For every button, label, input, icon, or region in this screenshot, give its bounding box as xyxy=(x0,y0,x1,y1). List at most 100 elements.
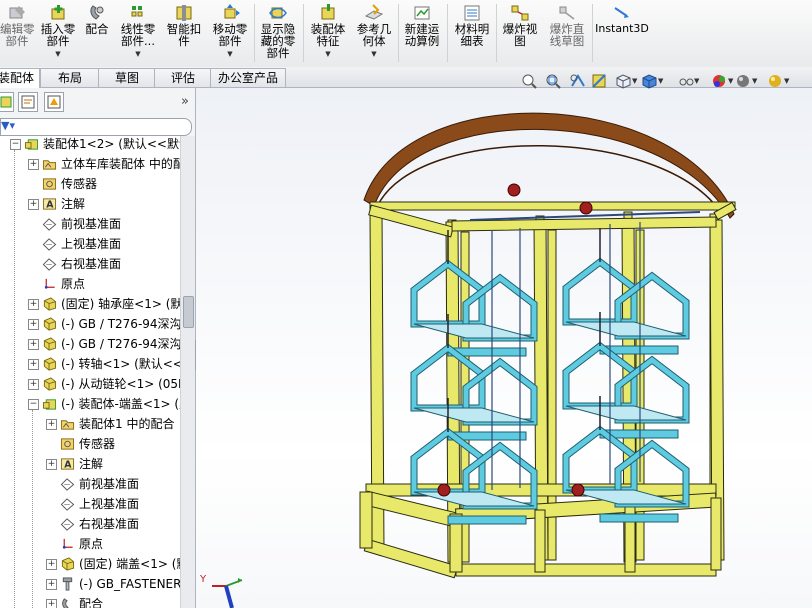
property-manager-tab[interactable] xyxy=(18,92,38,112)
bill-of-materials-button[interactable]: 材料明 细表 xyxy=(450,2,494,65)
expand-icon[interactable]: + xyxy=(28,339,39,350)
chevron-down-icon[interactable]: ▼ xyxy=(116,48,160,60)
filter-icon[interactable]: ▼▾ xyxy=(1,119,15,132)
expand-icon[interactable]: + xyxy=(28,359,39,370)
tree-row[interactable]: 前视基准面 xyxy=(0,474,180,494)
chevron-down-icon[interactable]: ▼ xyxy=(352,48,396,60)
chevron-down-icon[interactable]: ▼ xyxy=(752,77,758,85)
chevron-down-icon[interactable]: ▼ xyxy=(38,48,78,60)
tab-sketch[interactable]: 草图 xyxy=(98,68,156,87)
feature-manager-tab[interactable] xyxy=(0,92,14,112)
edit-appearance-icon[interactable] xyxy=(713,75,725,87)
reference-geometry-button[interactable]: 参考几 何体 ▼ xyxy=(352,2,396,65)
smart-fasteners-button[interactable]: 智能扣 件 xyxy=(164,2,204,65)
mate-folder-icon xyxy=(62,598,69,608)
chevron-down-icon[interactable]: ▼ xyxy=(306,48,350,60)
expand-icon[interactable]: + xyxy=(46,579,57,590)
zoom-area-icon[interactable] xyxy=(546,74,561,89)
move-component-label-2: 部件 xyxy=(218,34,242,48)
assembly-feature-button[interactable]: 装配体 特征 ▼ xyxy=(306,2,350,65)
mate-button[interactable]: 配合 xyxy=(82,2,112,65)
chevron-down-icon[interactable]: ▼ xyxy=(784,77,790,85)
sprocket xyxy=(571,483,585,497)
screw-icon xyxy=(62,577,73,591)
edit-component-button[interactable]: 编辑零 部件 xyxy=(0,2,35,65)
tree-row[interactable]: + (-) 转轴<1> (默认<<默认 xyxy=(0,354,180,374)
expand-icon[interactable]: + xyxy=(46,459,57,470)
show-hidden-components-button[interactable]: 显示隐 藏的零 部件 xyxy=(256,2,300,65)
tree-row[interactable]: + 配合 xyxy=(0,594,180,608)
zoom-to-fit-icon[interactable] xyxy=(522,74,537,89)
move-component-button[interactable]: 移动零 部件 ▼ xyxy=(208,2,252,65)
tree-row[interactable]: 原点 xyxy=(0,274,180,294)
expand-icon[interactable]: + xyxy=(46,599,57,608)
expand-icon[interactable]: + xyxy=(28,159,39,170)
tree-row[interactable]: + (-) GB / T276-94深沟球 xyxy=(0,314,180,334)
linear-pattern-button[interactable]: 线性零 部件... ▼ xyxy=(116,2,160,65)
tree-scrollbar[interactable] xyxy=(180,136,195,608)
tree-row[interactable]: + (-) 从动链轮<1> (05B< xyxy=(0,374,180,394)
tree-row[interactable]: + (固定) 端盖<1> (默认 xyxy=(0,554,180,574)
chevron-down-icon[interactable]: ▼ xyxy=(658,77,664,85)
tree-row[interactable]: + A 注解 xyxy=(0,194,180,214)
section-view-icon[interactable] xyxy=(592,74,606,88)
tree-row[interactable]: + (-) GB / T276-94深沟球 xyxy=(0,334,180,354)
apply-scene-icon[interactable] xyxy=(737,75,749,87)
chevron-down-icon[interactable]: ▼ xyxy=(728,77,734,85)
tree-row[interactable]: 上视基准面 xyxy=(0,494,180,514)
expand-icon[interactable]: + xyxy=(28,379,39,390)
scrollbar-thumb[interactable] xyxy=(183,296,194,328)
tree-row[interactable]: 右视基准面 xyxy=(0,514,180,534)
tree-row[interactable]: 前视基准面 xyxy=(0,214,180,234)
tree-row[interactable]: − 装配体1<2> (默认<<默认>_ xyxy=(0,136,180,154)
parking-garage-model[interactable] xyxy=(196,88,812,608)
tab-layout[interactable]: 布局 xyxy=(40,68,100,87)
tree-row[interactable]: 上视基准面 xyxy=(0,234,180,254)
tree-row[interactable]: − (-) 装配体-端盖<1> (默认 xyxy=(0,394,180,414)
collapse-icon[interactable]: − xyxy=(28,399,39,410)
chevron-down-icon[interactable]: ▼ xyxy=(694,77,700,85)
previous-view-icon[interactable] xyxy=(570,74,585,87)
expand-icon[interactable]: + xyxy=(46,419,57,430)
expand-icon[interactable]: + xyxy=(28,319,39,330)
tree-row[interactable]: 传感器 xyxy=(0,434,180,454)
tree-row-label: (-) 转轴<1> (默认<<默认 xyxy=(61,357,180,371)
expand-icon[interactable]: + xyxy=(46,559,57,570)
view-orientation-icon[interactable] xyxy=(616,74,631,89)
hide-show-icon[interactable] xyxy=(679,78,694,86)
collapse-icon[interactable]: − xyxy=(10,139,21,150)
tree-row[interactable]: 传感器 xyxy=(0,174,180,194)
chevron-down-icon[interactable]: ▼ xyxy=(208,48,252,60)
tree-row[interactable]: + (-) GB_FASTENER_S xyxy=(0,574,180,594)
tree-row[interactable]: 原点 xyxy=(0,534,180,554)
tree-row[interactable]: + 立体车库装配体 中的配合 xyxy=(0,154,180,174)
graphics-viewport[interactable] xyxy=(196,88,812,608)
ribbon-separator xyxy=(447,4,448,62)
exploded-view-button[interactable]: 爆炸视 图 xyxy=(498,2,542,65)
tab-assembly[interactable]: 装配体 xyxy=(0,68,40,88)
move-component-icon xyxy=(224,4,240,19)
tab-office-products[interactable]: 办公室产品 xyxy=(210,68,286,87)
expand-icon[interactable]: + xyxy=(28,299,39,310)
exploded-view-label-2: 图 xyxy=(514,34,526,48)
chevron-down-icon[interactable]: ▼ xyxy=(632,77,638,85)
tree-row[interactable]: + (固定) 轴承座<1> (默认 xyxy=(0,294,180,314)
tree-row-label: (-) GB / T276-94深沟球 xyxy=(61,337,180,351)
explode-line-sketch-button[interactable]: 爆炸直 线草图 xyxy=(544,2,590,65)
tree-row[interactable]: + A 注解 xyxy=(0,454,180,474)
view-settings-icon[interactable] xyxy=(769,75,781,87)
tree-row[interactable]: 右视基准面 xyxy=(0,254,180,274)
tree-row[interactable]: + 装配体1 中的配合 xyxy=(0,414,180,434)
tab-evaluate[interactable]: 评估 xyxy=(154,68,212,87)
expand-panel-icon[interactable]: » xyxy=(181,94,189,109)
smart-fasteners-label-2: 件 xyxy=(178,34,190,48)
assembly-icon xyxy=(42,399,57,410)
filter-bar[interactable]: ▼▾ xyxy=(0,118,192,136)
insert-component-button[interactable]: 插入零 部件 ▼ xyxy=(38,2,78,65)
configuration-manager-tab[interactable] xyxy=(44,92,64,112)
expand-icon[interactable]: + xyxy=(28,199,39,210)
instant3d-button[interactable]: Instant3D xyxy=(594,2,650,65)
display-style-icon[interactable] xyxy=(642,74,657,89)
property-manager-icon xyxy=(21,95,35,109)
new-motion-study-button[interactable]: 新建运 动算例 xyxy=(400,2,444,65)
